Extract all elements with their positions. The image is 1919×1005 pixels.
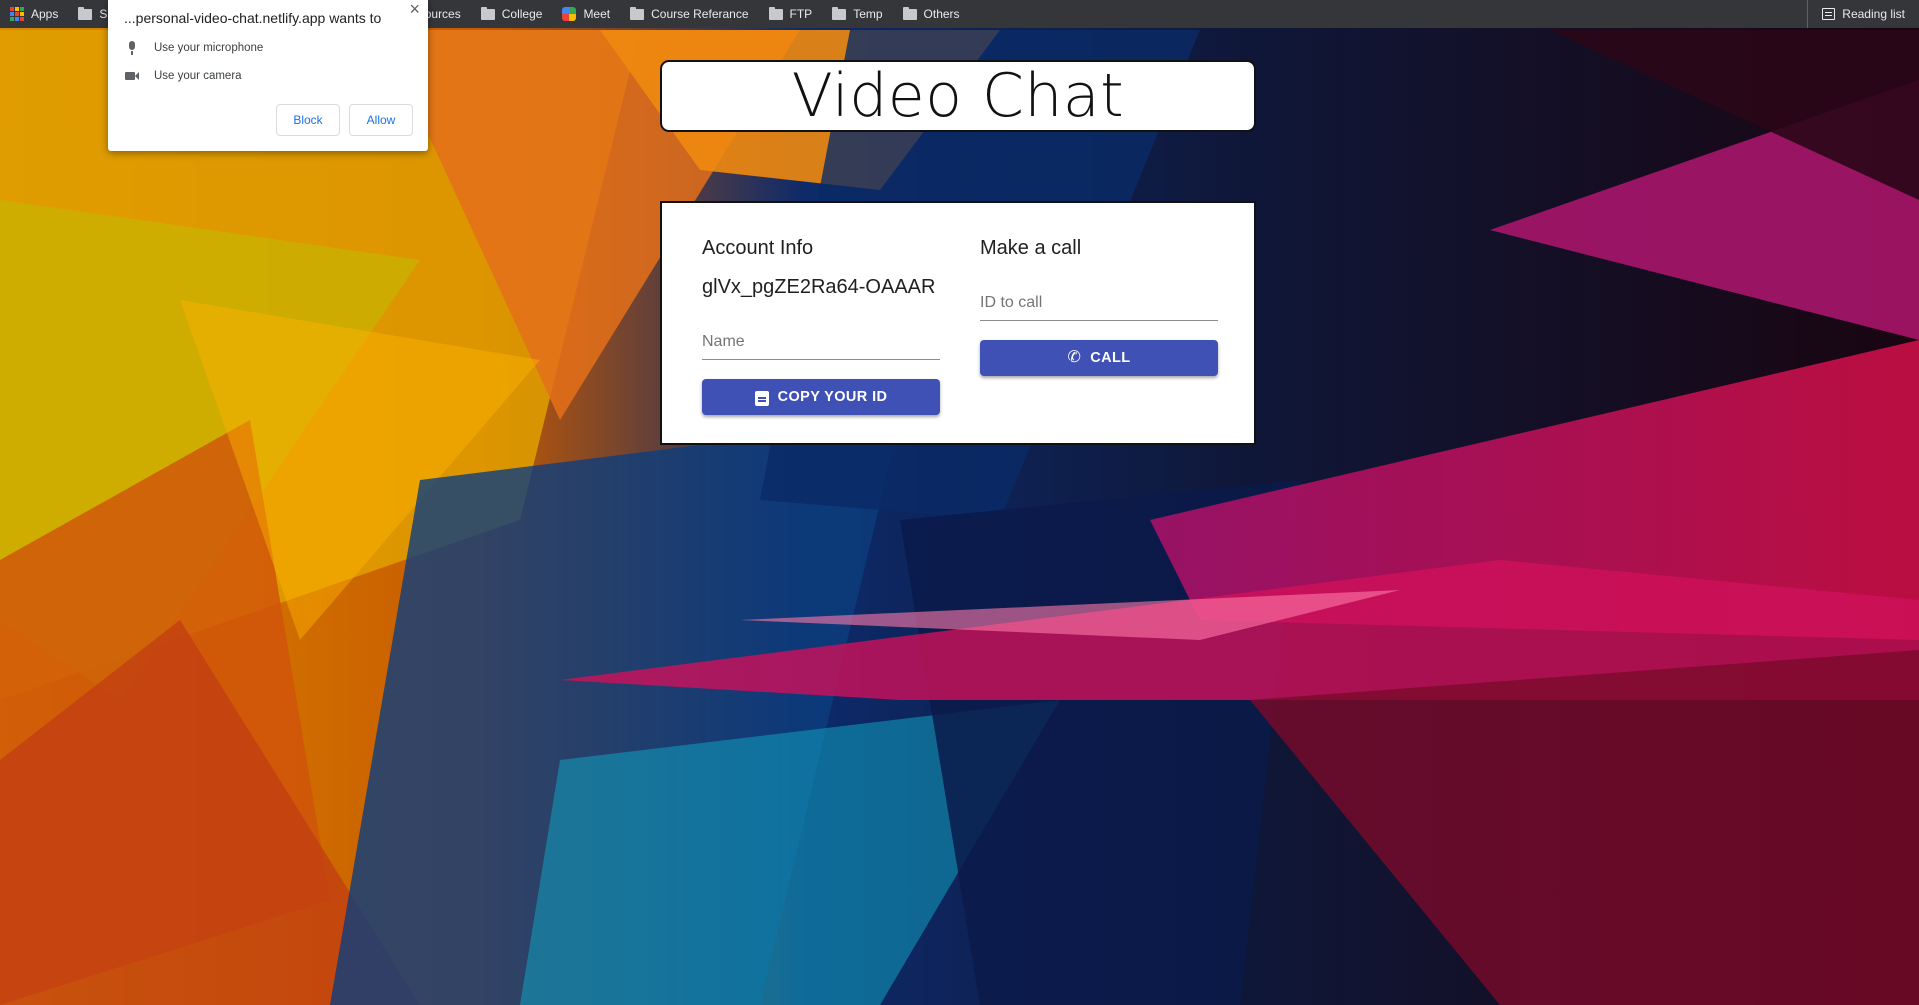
allow-button[interactable]: Allow (349, 104, 413, 136)
browser-page: Apps S Resources College Meet Course Ref… (0, 0, 1919, 1005)
permission-item-label: Use your camera (154, 70, 242, 82)
bookmark-folder-others[interactable]: Others (893, 0, 970, 28)
name-input[interactable] (702, 327, 940, 357)
permission-item-camera: Use your camera (124, 68, 242, 84)
bookmark-folder-college[interactable]: College (471, 0, 553, 28)
camera-icon (124, 68, 140, 84)
id-to-call-field (980, 288, 1218, 321)
phone-icon: ✆ (1067, 349, 1082, 366)
peer-id-text: glVx_pgZE2Ra64-OAAAR (702, 276, 936, 298)
account-info-heading: Account Info (702, 237, 814, 259)
bookmark-apps[interactable]: Apps (0, 0, 68, 28)
folder-icon (768, 6, 783, 20)
permission-prompt: ...personal-video-chat.netlify.app wants… (108, 0, 428, 151)
close-icon[interactable]: × (409, 0, 420, 18)
bookmark-label: S (99, 7, 108, 21)
permission-prompt-title: ...personal-video-chat.netlify.app wants… (124, 10, 382, 26)
reading-list-button[interactable]: Reading list (1807, 0, 1919, 28)
bookmark-label: Meet (583, 7, 611, 21)
bookmark-meet[interactable]: Meet (552, 0, 620, 28)
meet-icon (562, 7, 577, 21)
bookmark-folder-ftp[interactable]: FTP (759, 0, 823, 28)
bookmark-label: Temp (853, 7, 883, 21)
main-card: Account Info glVx_pgZE2Ra64-OAAAR COPY Y… (660, 201, 1256, 445)
folder-icon (832, 6, 847, 20)
bookmark-label: Course Referance (651, 7, 749, 21)
copy-id-button[interactable]: COPY YOUR ID (702, 379, 940, 415)
apps-grid-icon (10, 7, 24, 21)
microphone-icon (124, 40, 140, 56)
folder-icon (902, 6, 917, 20)
clipboard-icon (754, 389, 769, 406)
permission-item-label: Use your microphone (154, 42, 264, 54)
bookmark-label: Others (923, 7, 960, 21)
bookmark-label: College (501, 7, 543, 21)
copy-id-label: COPY YOUR ID (777, 389, 888, 405)
page-title: Video Chat (791, 61, 1125, 131)
make-call-heading: Make a call (980, 237, 1082, 259)
name-field (702, 327, 940, 360)
id-to-call-input[interactable] (980, 288, 1218, 318)
reading-list-label: Reading list (1842, 7, 1905, 21)
app-title-box: Video Chat (660, 60, 1256, 132)
bookmark-label: FTP (789, 7, 813, 21)
folder-icon (630, 6, 645, 20)
bookmark-folder-course-referance[interactable]: Course Referance (620, 0, 758, 28)
block-button[interactable]: Block (276, 104, 340, 136)
folder-icon (480, 6, 495, 20)
bookmark-folder-temp[interactable]: Temp (822, 0, 892, 28)
bookmark-label: Apps (31, 7, 59, 21)
call-label: CALL (1090, 350, 1131, 366)
folder-icon (78, 6, 93, 20)
reading-list-icon (1822, 8, 1836, 20)
permission-item-microphone: Use your microphone (124, 40, 263, 56)
call-button[interactable]: ✆ CALL (980, 340, 1218, 376)
